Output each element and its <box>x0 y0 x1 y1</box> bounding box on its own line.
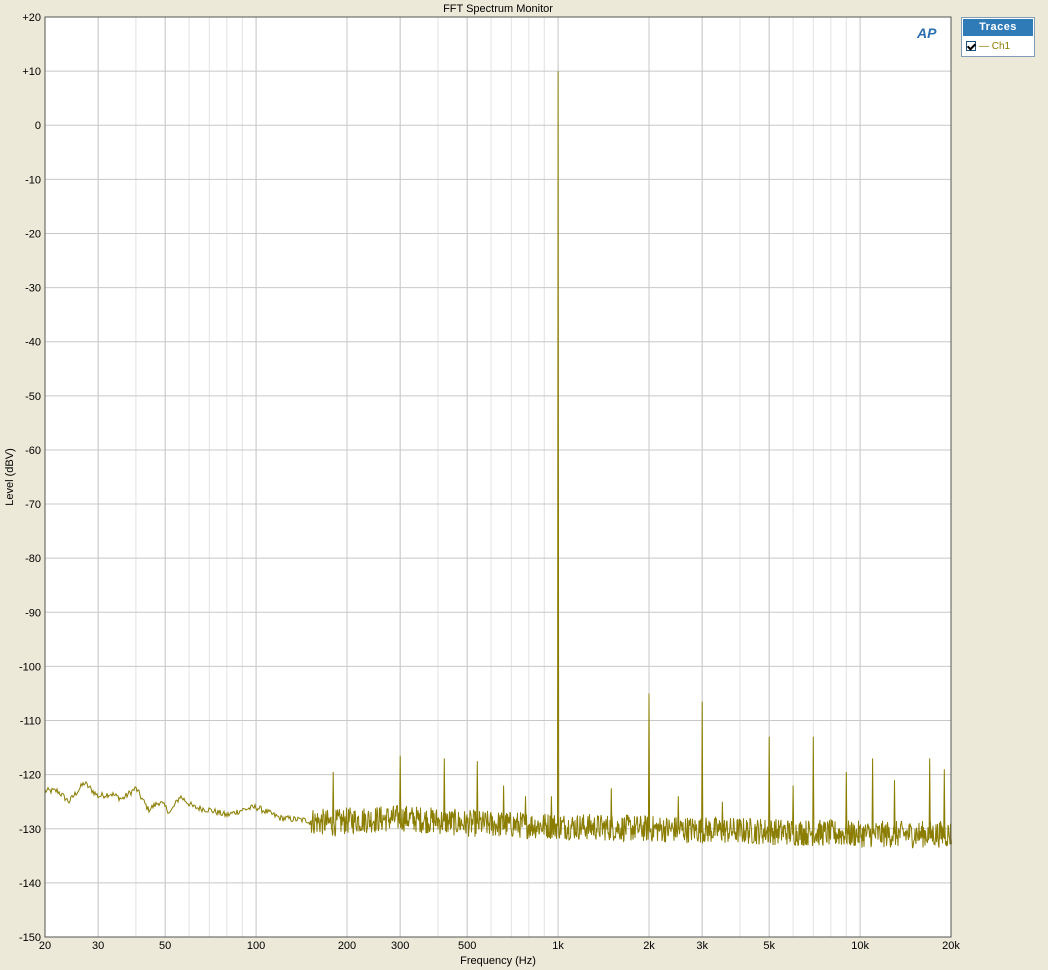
x-tick-label: 10k <box>851 940 869 952</box>
y-tick-label: -50 <box>25 391 41 403</box>
chart-title: FFT Spectrum Monitor <box>443 3 553 15</box>
x-axis-label: Frequency (Hz) <box>460 955 536 967</box>
x-tick-label: 5k <box>763 940 775 952</box>
y-tick-label: -140 <box>19 878 41 890</box>
y-tick-label: 0 <box>35 120 41 132</box>
y-axis-label: Level (dBV) <box>4 448 16 505</box>
plot-area <box>44 16 952 938</box>
y-tick-label: -30 <box>25 283 41 295</box>
trace-checkbox-ch1[interactable] <box>966 41 976 51</box>
x-axis-ticks: 20 30 50 100 200 300 500 1k 2k 3k 5k 10k 20k <box>39 940 960 952</box>
x-tick-label: 30 <box>92 940 104 952</box>
y-tick-label: -80 <box>25 553 41 565</box>
x-tick-label: 20k <box>942 940 960 952</box>
traces-header: Traces <box>963 19 1033 36</box>
y-tick-label: -60 <box>25 445 41 457</box>
y-tick-label: -130 <box>19 824 41 836</box>
y-tick-label: +10 <box>22 66 41 78</box>
trace-label-ch1: — Ch1 <box>979 40 1011 52</box>
trace-row-ch1[interactable]: — Ch1 <box>962 37 1034 55</box>
x-tick-label: 2k <box>643 940 655 952</box>
traces-panel: Traces — Ch1 <box>961 17 1035 57</box>
fft-chart: FFT Spectrum Monitor +20 +10 0 -10 -20 -30 -40… <box>4 3 960 967</box>
y-tick-label: -10 <box>25 174 41 186</box>
x-tick-label: 300 <box>391 940 409 952</box>
y-tick-label: -90 <box>25 607 41 619</box>
x-tick-label: 3k <box>696 940 708 952</box>
y-tick-label: -70 <box>25 499 41 511</box>
x-tick-label: 200 <box>338 940 356 952</box>
y-tick-label: -110 <box>20 716 41 728</box>
x-tick-label: 100 <box>247 940 265 952</box>
y-tick-label: +20 <box>22 12 41 24</box>
x-tick-label: 1k <box>552 940 564 952</box>
ap-logo-icon: AP <box>917 25 937 41</box>
y-tick-label: -100 <box>19 661 41 673</box>
y-tick-label: -150 <box>19 932 41 944</box>
y-tick-label: -40 <box>25 337 41 349</box>
x-tick-label: 20 <box>39 940 51 952</box>
y-axis-ticks: +20 +10 0 -10 -20 -30 -40 -50 -60 -70 -80 -90 -100 -1… <box>19 12 41 944</box>
x-tick-label: 500 <box>458 940 476 952</box>
y-tick-label: -20 <box>25 228 41 240</box>
y-tick-label: -120 <box>19 770 41 782</box>
x-tick-label: 50 <box>159 940 171 952</box>
